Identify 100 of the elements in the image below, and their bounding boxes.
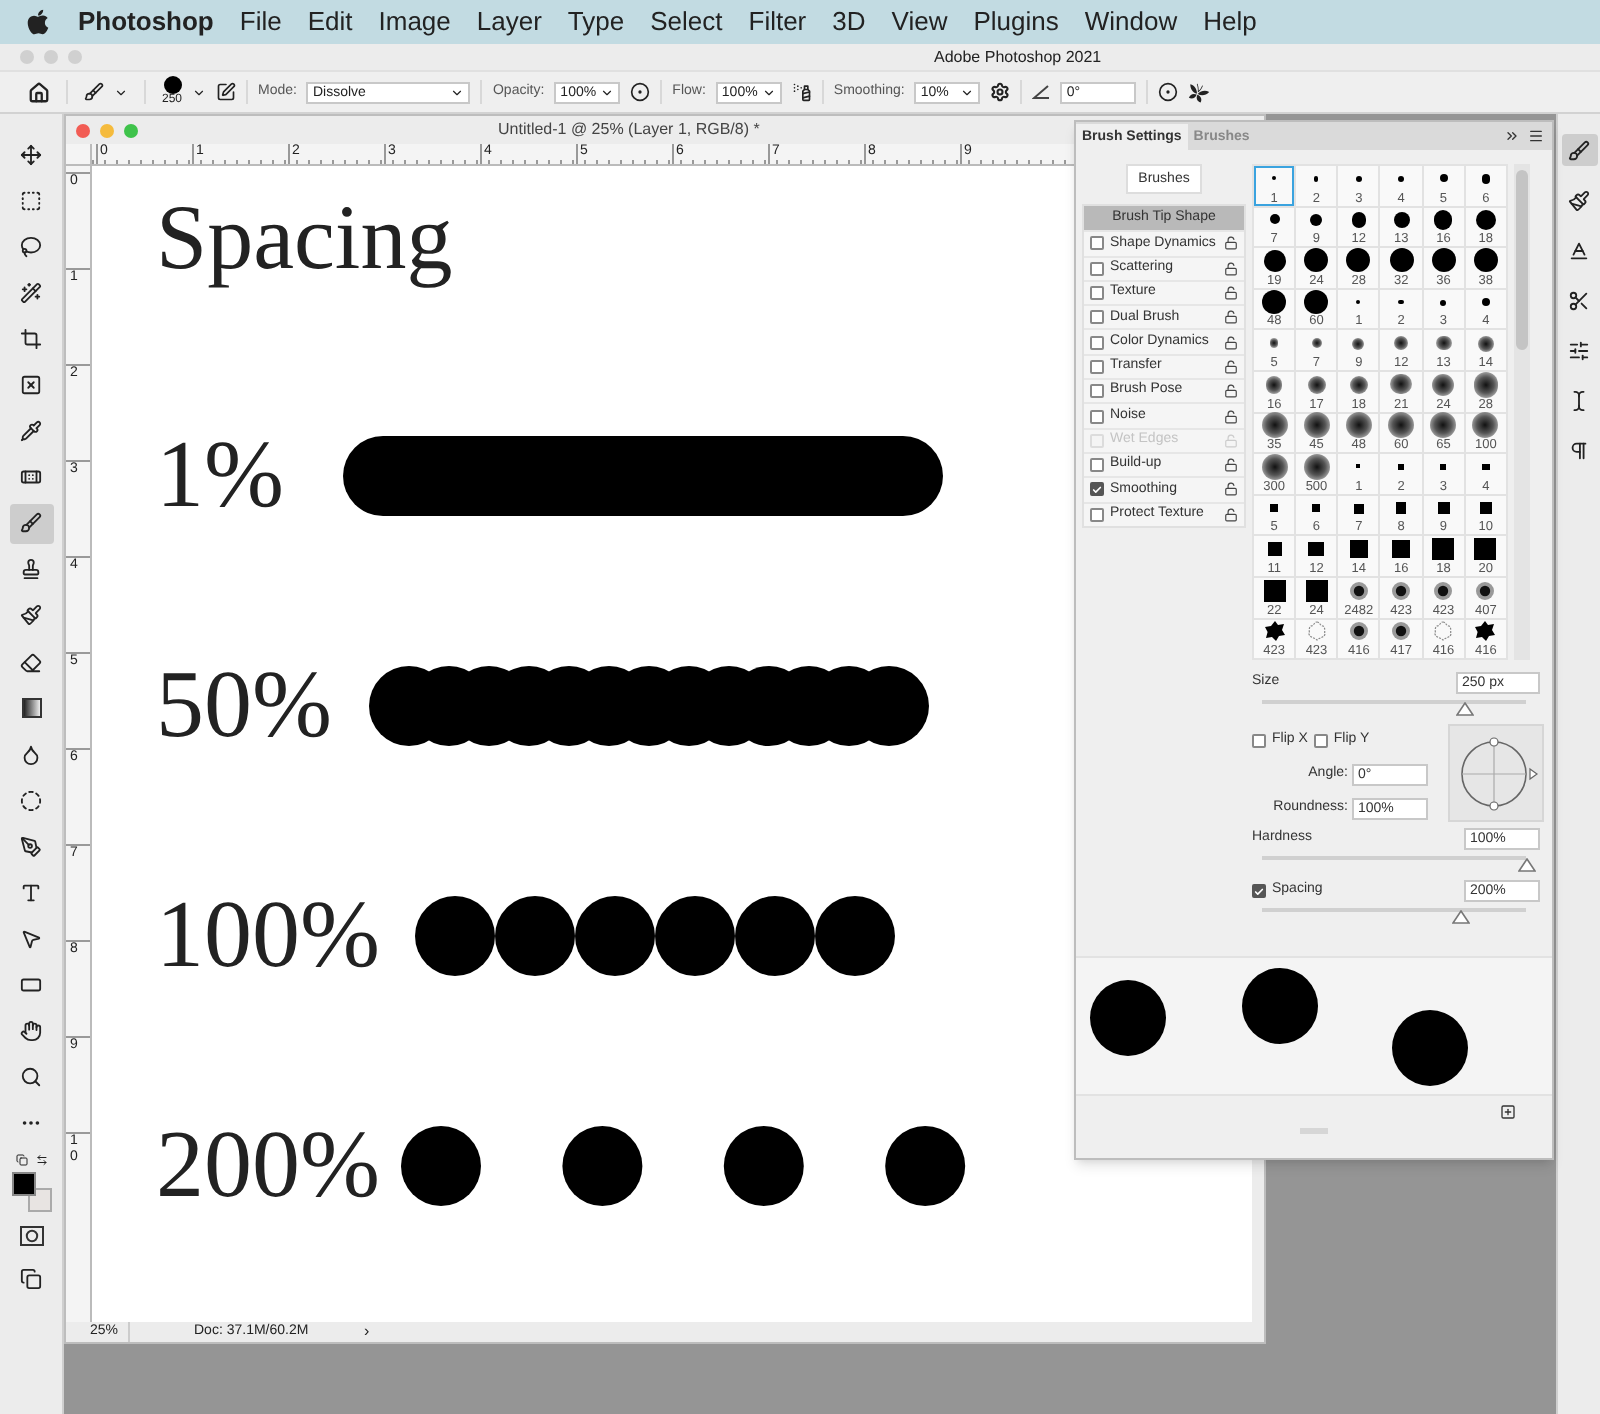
spacing-label: 50% [156, 653, 332, 757]
settings-icon[interactable] [990, 82, 1011, 102]
eyedropper-icon [20, 420, 42, 443]
spacing-label: 1% [156, 423, 284, 527]
soft-brush-icon [1261, 412, 1288, 439]
menu-item[interactable]: Image [378, 2, 451, 42]
checkbox[interactable] [1252, 733, 1266, 748]
rectangle-icon [20, 974, 42, 997]
swap-colors-icon[interactable] [35, 1154, 47, 1167]
brush-angle-control[interactable] [1448, 724, 1544, 823]
eraser-icon [20, 651, 42, 674]
apple-icon[interactable] [24, 8, 52, 36]
pressure-icon[interactable] [630, 82, 651, 102]
spacing-label: 100% [156, 883, 380, 987]
caret-icon [450, 85, 465, 99]
scrollbar[interactable] [1514, 164, 1530, 661]
brush-tip-icon[interactable] [163, 76, 181, 94]
screen-mode-icon[interactable] [20, 1268, 42, 1291]
checkbox[interactable] [1090, 286, 1104, 301]
menu-item[interactable]: Window [1084, 2, 1178, 42]
soft-brush-icon [1477, 335, 1494, 352]
checkbox[interactable] [1252, 884, 1266, 899]
scatter-brush-icon [1347, 620, 1370, 643]
pen-icon [20, 835, 42, 858]
menu-item[interactable]: Help [1203, 2, 1257, 42]
lock-icon[interactable] [1224, 409, 1238, 424]
soft-brush-icon [1311, 337, 1322, 349]
caret-icon[interactable] [114, 85, 128, 99]
checkbox[interactable] [1090, 335, 1104, 350]
bandage-icon [20, 466, 42, 489]
color-swatches-icon[interactable] [11, 1172, 51, 1213]
lock-icon[interactable] [1224, 286, 1238, 301]
default-colors-icon[interactable] [15, 1154, 27, 1167]
blob-brush-icon [1263, 620, 1286, 643]
menu-item[interactable]: Filter [748, 2, 807, 42]
brush-settings-icon[interactable] [216, 82, 237, 102]
outline-brush-icon [1305, 620, 1328, 643]
pressure-icon[interactable] [1158, 82, 1179, 102]
checkbox[interactable] [1090, 458, 1104, 473]
round-brush-icon [1431, 248, 1456, 273]
document-title: Untitled-1 @ 25% (Layer 1, RGB/8) * [498, 118, 760, 142]
checkbox[interactable] [1090, 310, 1104, 325]
checkbox[interactable] [1090, 482, 1104, 497]
home-icon[interactable] [28, 81, 50, 103]
scatter-brush-icon [1432, 579, 1455, 602]
brush-icon[interactable] [84, 82, 104, 102]
dock-button[interactable] [1561, 134, 1597, 166]
menu-item[interactable]: Edit [307, 2, 353, 42]
lock-icon[interactable] [1224, 236, 1238, 251]
menu-item[interactable]: Plugins [973, 2, 1059, 42]
checkbox[interactable] [1090, 359, 1104, 374]
spacing-label: 200% [156, 1113, 380, 1217]
slider-handle[interactable] [1517, 858, 1535, 873]
round-brush-icon [1310, 213, 1323, 226]
menu-item[interactable]: File [239, 2, 282, 42]
new-brush-icon[interactable] [1500, 1104, 1516, 1121]
soft-brush-icon [1435, 335, 1452, 351]
lock-icon[interactable] [1224, 335, 1238, 350]
lock-icon[interactable] [1224, 482, 1238, 497]
blob-brush-icon [1474, 620, 1497, 643]
lock-icon[interactable] [1224, 310, 1238, 325]
caret-icon[interactable] [192, 85, 207, 99]
status-menu-arrow[interactable]: › [364, 1320, 370, 1344]
butterfly-icon[interactable] [1188, 81, 1211, 103]
app-menu[interactable]: Photoshop [78, 2, 214, 42]
menu-item[interactable]: Type [567, 2, 625, 42]
glyph-icon [1568, 239, 1590, 261]
round-brush-icon [1304, 290, 1329, 315]
collapse-icon[interactable] [1504, 128, 1520, 144]
menu-item[interactable]: 3D [832, 2, 866, 42]
dashed-circle-icon [20, 789, 42, 812]
droplet-icon [20, 743, 42, 766]
square-brush-icon [1395, 502, 1407, 514]
lock-icon[interactable] [1224, 458, 1238, 473]
paintbrush-icon [20, 604, 42, 627]
lock-icon[interactable] [1224, 261, 1238, 276]
menu-item[interactable]: View [891, 2, 948, 42]
brush-icon [20, 512, 42, 535]
soft-brush-icon [1345, 412, 1372, 439]
paintbrush-icon [1568, 189, 1590, 211]
checkbox[interactable] [1313, 733, 1328, 748]
checkbox[interactable] [1090, 261, 1104, 276]
hand-icon [20, 1020, 42, 1043]
brush-icon [1568, 139, 1590, 161]
round-brush-icon [1481, 174, 1491, 184]
checkbox[interactable] [1090, 409, 1104, 424]
quick-mask-icon[interactable] [19, 1226, 43, 1247]
menu-icon[interactable] [1528, 128, 1544, 144]
lock-icon[interactable] [1224, 507, 1238, 522]
square-brush-icon [1308, 541, 1324, 557]
menu-item[interactable]: Layer [476, 2, 542, 42]
close-icon[interactable] [76, 123, 90, 137]
tool-button[interactable] [9, 503, 53, 544]
checkbox[interactable] [1090, 236, 1104, 251]
lock-icon[interactable] [1224, 359, 1238, 374]
checkbox[interactable] [1090, 507, 1104, 522]
menu-item[interactable]: Select [650, 2, 723, 42]
checkbox[interactable] [1090, 384, 1104, 399]
lock-icon[interactable] [1224, 384, 1238, 399]
canvas-heading: Spacing [156, 186, 453, 288]
